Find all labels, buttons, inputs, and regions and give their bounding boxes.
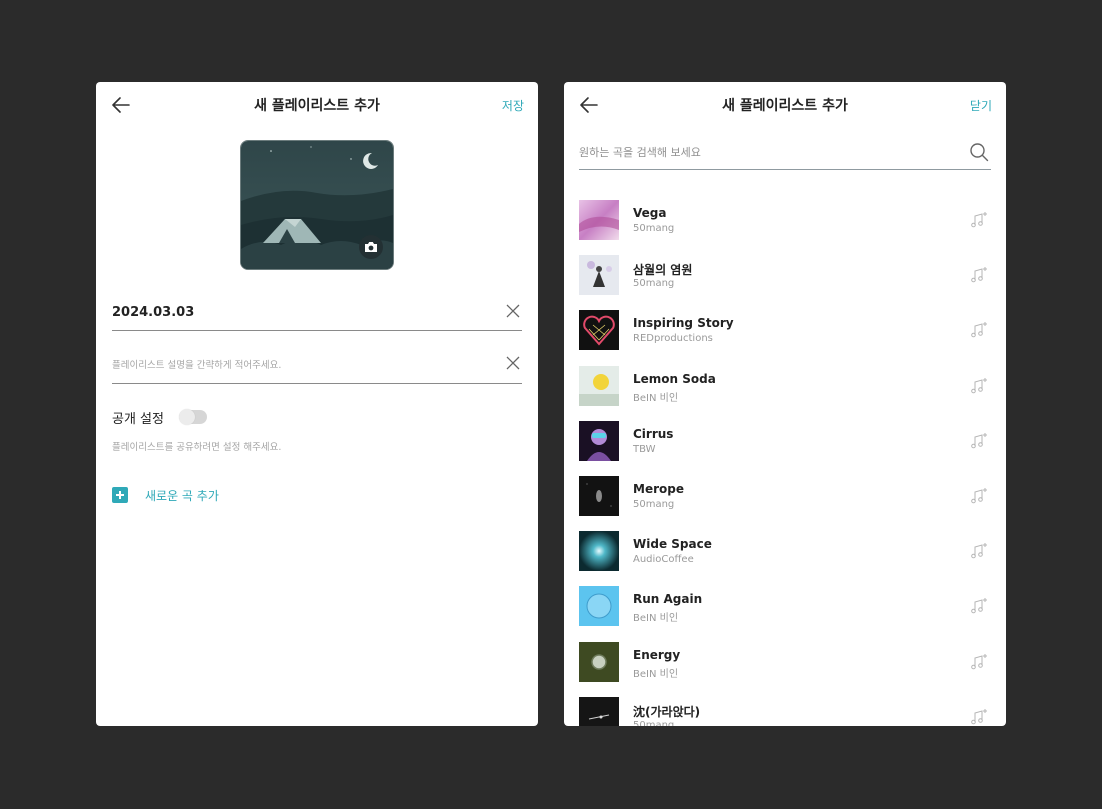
song-row[interactable]: Wide Space AudioCoffee [579,531,991,586]
public-toggle[interactable] [179,409,207,425]
album-art [579,475,619,516]
song-title: Merope [633,481,684,496]
album-art [579,255,619,296]
song-row[interactable]: Lemon Soda BeIN 비인 [579,365,991,421]
add-music-note-icon[interactable] [970,708,988,726]
song-artist: BeIN 비인 [633,613,679,625]
song-row[interactable]: Cirrus TBW [579,420,991,476]
song-row[interactable]: Run Again BeIN 비인 [579,586,991,641]
song-row[interactable]: Inspiring Story REDproductions [579,310,991,365]
song-title: 沈(가라앉다) [633,704,701,719]
song-artist: 50mang [633,278,675,290]
song-artist: BeIN 비인 [633,392,679,404]
song-search-input[interactable] [579,140,949,164]
album-art [579,696,619,726]
close-button[interactable]: 닫기 [970,97,992,114]
album-art [579,641,619,682]
album-art [579,586,619,627]
song-artist: TBW [633,443,656,455]
album-art [579,310,619,351]
song-artist: 50mang [633,719,675,726]
song-artist: BeIN 비인 [633,668,679,680]
song-title: Cirrus [633,426,674,441]
search-icon[interactable] [969,142,989,162]
song-artist: 50mang [633,498,675,510]
playlist-description-input[interactable] [112,353,492,377]
playlist-cover-image[interactable] [240,140,394,270]
add-music-note-icon[interactable] [970,653,988,671]
camera-icon [365,242,377,252]
song-row[interactable]: Merope 50mang [579,475,991,531]
song-title: Lemon Soda [633,371,716,386]
add-music-note-icon[interactable] [970,432,988,450]
song-title: Inspiring Story [633,316,734,331]
song-list: Vega 50mang 삼월의 염원 50mang Inspiring Stor… [579,200,991,726]
song-title: Vega [633,206,667,220]
add-music-note-icon[interactable] [970,377,988,395]
playlist-description-field [112,350,522,384]
song-row[interactable]: Vega 50mang [579,200,991,255]
song-title: Run Again [633,592,703,607]
header: 새 플레이리스트 추가 저장 [96,82,538,128]
album-art [579,531,619,572]
public-setting-hint: 플레이리스트를 공유하려면 설정 해주세요. [112,442,282,453]
clear-description-icon[interactable] [506,356,520,370]
toggle-knob [179,409,195,425]
page-title: 새 플레이리스트 추가 [722,98,848,114]
page-title: 새 플레이리스트 추가 [254,98,380,114]
add-music-note-icon[interactable] [970,321,988,339]
song-row[interactable]: Energy BeIN 비인 [579,641,991,697]
change-cover-button[interactable] [359,235,383,259]
clear-title-icon[interactable] [506,304,520,318]
add-music-note-icon[interactable] [970,211,988,229]
song-row[interactable]: 삼월의 염원 50mang [579,255,991,310]
song-title: Energy [633,647,681,662]
add-new-song-button[interactable]: 새로운 곡 추가 [112,486,219,504]
song-artist: REDproductions [633,333,713,345]
create-playlist-panel: 새 플레이리스트 추가 저장 2024.03.03 플레이리스트 설명을 간략하… [96,82,538,726]
album-art [579,365,619,406]
add-music-note-icon[interactable] [970,487,988,505]
song-title: 삼월의 염원 [633,263,693,278]
song-artist: AudioCoffee [633,554,694,566]
album-art [579,420,619,461]
song-search-bar [579,140,991,170]
add-music-note-icon[interactable] [970,542,988,560]
add-new-song-label: 새로운 곡 추가 [145,488,219,503]
song-row[interactable]: 沈(가라앉다) 50mang [579,696,991,726]
song-search-panel: 새 플레이리스트 추가 닫기 Vega 50mang [564,82,1006,726]
song-title: Wide Space [633,537,712,552]
save-button[interactable]: 저장 [502,97,524,114]
playlist-title-field [112,298,522,331]
public-setting-label: 공개 설정 [112,412,164,427]
song-artist: 50mang [633,223,675,234]
add-music-note-icon[interactable] [970,597,988,615]
header: 새 플레이리스트 추가 닫기 [564,82,1006,128]
playlist-title-input[interactable] [112,300,492,324]
add-music-note-icon[interactable] [970,266,988,284]
album-art [579,200,619,240]
plus-icon [112,487,128,503]
